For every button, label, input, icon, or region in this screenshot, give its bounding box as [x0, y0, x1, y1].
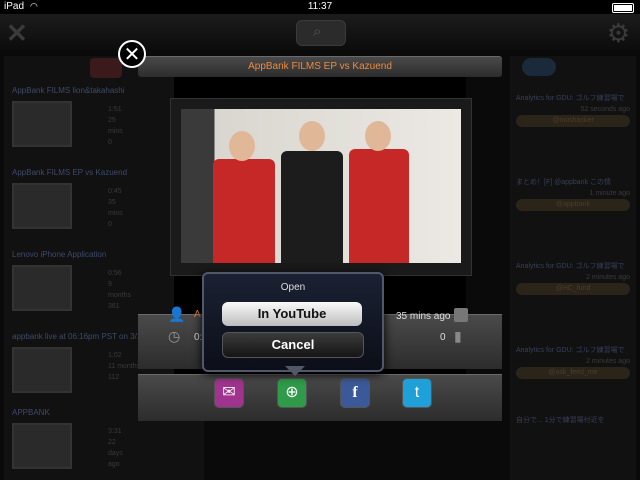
video-title: APPBANK: [12, 408, 50, 417]
person-head: [229, 131, 255, 161]
video-title: appbank live at 06:16pm PST on 3/1: [12, 332, 142, 341]
list-item[interactable]: Analytics for GDU: ゴルフ練習場で 52 seconds ag…: [516, 94, 630, 127]
video-title: AppBank FILMS EP vs Kazuend: [248, 61, 392, 72]
tweet-age: 52 seconds ago: [580, 106, 630, 113]
person-figure: [213, 159, 275, 263]
tweet-feed-column: Analytics for GDU: ゴルフ練習場で 52 seconds ag…: [510, 56, 636, 480]
person-figure: [281, 151, 343, 263]
person-head: [299, 121, 325, 151]
views: 0: [108, 139, 112, 146]
user-icon: 👤: [168, 306, 186, 322]
tweet-age: 2 minutes ago: [586, 358, 630, 365]
toolbar: ✕ ⌕ ⚙: [0, 14, 640, 50]
facebook-icon[interactable]: f: [340, 378, 370, 408]
tweet-text: 自分で... 1分で練習場付近を: [516, 417, 605, 424]
dialog-title: Open: [280, 282, 306, 293]
tweet-text: まとめ！[F] @appbank この情: [516, 179, 612, 186]
search-button[interactable]: ⌕: [296, 20, 346, 46]
list-item[interactable]: appbank live at 06:16pm PST on 3/1 1:02 1…: [12, 332, 141, 393]
list-item[interactable]: Analytics for GDU: ゴルフ練習場で 2 minutes ago…: [516, 346, 630, 379]
age: 11 months: [108, 363, 141, 370]
bar-chart-icon: ▮: [454, 328, 462, 344]
tweet-text: Analytics for GDU: ゴルフ練習場で: [516, 347, 625, 354]
video-thumbnail: [12, 347, 72, 393]
tweet-age: 1 minute ago: [589, 190, 630, 197]
list-item[interactable]: APPBANK 3:31 22 days ago: [12, 408, 123, 469]
mail-icon[interactable]: ✉: [214, 378, 244, 408]
search-icon: ⌕: [313, 23, 322, 40]
list-item[interactable]: AppBank FILMS lion&takahashi 1:51 25 mins…: [12, 86, 125, 147]
globe-icon[interactable]: ⊕: [277, 378, 307, 408]
battery-icon: [612, 3, 634, 13]
age: 22 days ago: [108, 439, 123, 468]
video-thumbnail: [12, 423, 72, 469]
gear-icon[interactable]: ⚙: [607, 18, 630, 49]
age: 25 mins: [108, 117, 123, 135]
time-ago: 35 mins ago: [396, 311, 451, 322]
video-thumbnail: [12, 265, 72, 311]
author-name: A: [194, 309, 201, 320]
views: 0: [108, 221, 112, 228]
duration: 3:31: [108, 428, 122, 435]
status-bar: iPad ◠ 11:37: [0, 0, 640, 14]
list-item[interactable]: Analytics for GDU: ゴルフ練習場で 2 minutes ago…: [516, 262, 630, 295]
open-in-youtube-button[interactable]: In YouTube: [222, 302, 362, 326]
video-thumbnail: [12, 183, 72, 229]
list-item[interactable]: AppBank FILMS EP vs Kazuend 0:45 35 mins 0: [12, 168, 127, 229]
twitter-icon[interactable]: t: [402, 378, 432, 408]
duration: 0:45: [108, 188, 122, 195]
tweet-handle: @appbank: [516, 199, 630, 211]
video-thumbnail: [12, 101, 72, 147]
person-head: [365, 121, 391, 151]
cancel-button[interactable]: Cancel: [222, 332, 364, 358]
close-icon: ✕: [123, 44, 141, 66]
duration: 1:02: [108, 352, 122, 359]
calendar-icon: [454, 308, 468, 322]
tweet-text: Analytics for GDU: ゴルフ練習場で: [516, 95, 625, 102]
video-title: Lenovo iPhone Application: [12, 250, 107, 259]
views: 361: [108, 303, 120, 310]
tweet-text: Analytics for GDU: ゴルフ練習場で: [516, 263, 625, 270]
youtube-icon: [90, 58, 122, 78]
tweet-handle: @HC_fund: [516, 283, 630, 295]
video-title: AppBank FILMS lion&takahashi: [12, 86, 125, 95]
age: 9 months: [108, 281, 131, 299]
duration: 0:56: [108, 270, 122, 277]
video-title: AppBank FILMS EP vs Kazuend: [12, 168, 128, 177]
clock: 11:37: [307, 1, 333, 12]
views: 112: [108, 374, 120, 381]
share-shelf: [138, 374, 502, 421]
speech-bubble-icon: [522, 58, 556, 76]
view-count: 0: [440, 332, 446, 343]
tweet-handle: @ask_feed_me: [516, 367, 630, 379]
close-app-icon[interactable]: ✕: [6, 18, 28, 49]
close-modal-button[interactable]: ✕: [118, 40, 146, 68]
dialog-pointer: [285, 366, 305, 376]
video-thumbnail[interactable]: [181, 109, 461, 263]
list-item[interactable]: Lenovo iPhone Application 0:56 9 months 36…: [12, 250, 131, 311]
open-action-dialog: Open In YouTube Cancel: [202, 272, 384, 372]
list-item[interactable]: まとめ！[F] @appbank この情 1 minute ago @appba…: [516, 178, 630, 211]
list-item[interactable]: 自分で... 1分で練習場付近を: [516, 416, 630, 426]
clock-icon: ◷: [168, 328, 181, 344]
duration: 1:51: [108, 106, 122, 113]
tweet-age: 2 minutes ago: [586, 274, 630, 281]
tweet-handle: @moshacker: [516, 115, 630, 127]
person-figure: [349, 149, 409, 263]
video-player[interactable]: [170, 98, 472, 276]
age: 35 mins: [108, 199, 123, 217]
